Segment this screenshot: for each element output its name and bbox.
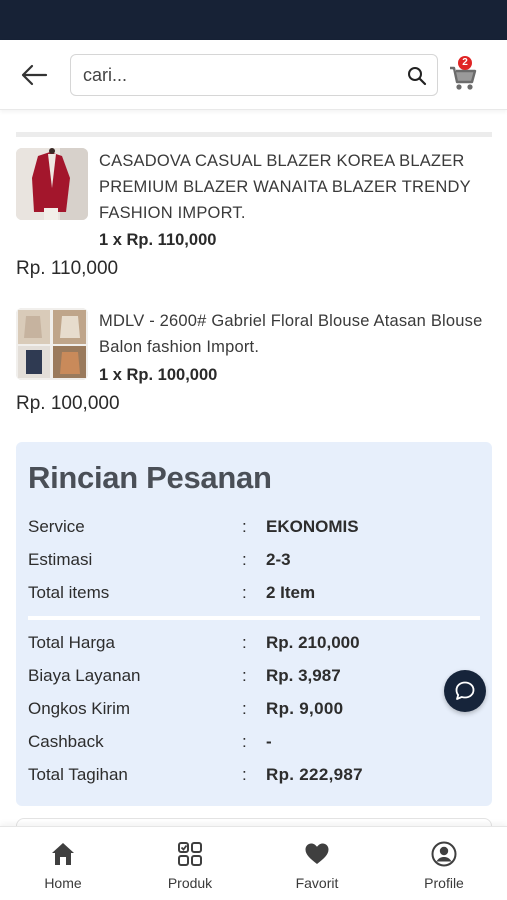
- summary-divider: [28, 616, 480, 620]
- nav-home[interactable]: Home: [0, 827, 126, 900]
- nav-favorit[interactable]: Favorit: [254, 827, 380, 900]
- row-label: Total items: [28, 583, 110, 602]
- summary-row-ongkos-kirim: Ongkos Kirim : Rp. 9,000: [28, 699, 488, 723]
- search-icon[interactable]: [407, 66, 427, 86]
- top-bar: 2: [0, 40, 507, 110]
- chat-button[interactable]: [444, 670, 486, 712]
- summary-row-service: Service : EKONOMIS: [28, 517, 488, 541]
- row-value: Rp. 9,000: [266, 699, 344, 718]
- nav-favorit-label: Favorit: [295, 875, 339, 891]
- product-subtotal: Rp. 110,000: [16, 258, 119, 279]
- summary-row-total-tagihan: Total Tagihan : Rp. 222,987: [28, 765, 488, 789]
- cart-badge: 2: [458, 56, 472, 70]
- product-thumbnail[interactable]: [16, 148, 88, 220]
- nav-produk-label: Produk: [167, 875, 213, 891]
- row-label: Estimasi: [28, 550, 93, 569]
- bottom-nav: Home Produk Favorit Profile: [0, 826, 507, 900]
- chat-bubble-icon: [455, 681, 475, 700]
- row-value: -: [266, 732, 272, 751]
- summary-row-estimasi: Estimasi : 2-3: [28, 550, 488, 574]
- search-box: [70, 54, 438, 96]
- summary-row-total-items: Total items : 2 Item: [28, 583, 488, 607]
- row-value: EKONOMIS: [266, 517, 359, 536]
- summary-title: Rincian Pesanan: [28, 460, 272, 495]
- product-name[interactable]: CASADOVA CASUAL BLAZER KOREA BLAZER PREM…: [99, 148, 489, 226]
- product-name[interactable]: MDLV - 2600# Gabriel Floral Blouse Atasa…: [99, 308, 489, 360]
- row-label: Service: [28, 517, 85, 536]
- heart-icon: [305, 843, 329, 864]
- order-summary-card: Rincian Pesanan Service : EKONOMIS Estim…: [16, 442, 492, 806]
- nav-profile[interactable]: Profile: [381, 827, 507, 900]
- row-label: Ongkos Kirim: [28, 699, 131, 718]
- grid-icon: [178, 842, 202, 866]
- row-colon: :: [242, 732, 247, 751]
- cart-button[interactable]: 2: [448, 56, 478, 92]
- row-label: Total Harga: [28, 633, 115, 652]
- product-qty-price: 1 x Rp. 110,000: [99, 231, 217, 249]
- row-colon: :: [242, 666, 247, 685]
- order-item: MDLV - 2600# Gabriel Floral Blouse Atasa…: [16, 308, 492, 418]
- search-input[interactable]: [83, 55, 393, 95]
- row-label: Total Tagihan: [28, 765, 128, 784]
- back-button[interactable]: [20, 62, 48, 88]
- row-label: Biaya Layanan: [28, 666, 141, 685]
- row-colon: :: [242, 517, 247, 536]
- summary-row-cashback: Cashback : -: [28, 732, 488, 756]
- summary-row-total-harga: Total Harga : Rp. 210,000: [28, 633, 488, 657]
- row-colon: :: [242, 765, 247, 784]
- row-value: Rp. 222,987: [266, 765, 363, 784]
- user-circle-icon: [431, 841, 457, 867]
- product-qty-price: 1 x Rp. 100,000: [99, 366, 218, 384]
- summary-row-biaya-layanan: Biaya Layanan : Rp. 3,987: [28, 666, 488, 690]
- row-value: 2-3: [266, 550, 291, 569]
- row-value: Rp. 3,987: [266, 666, 341, 685]
- row-colon: :: [242, 633, 247, 652]
- nav-home-label: Home: [44, 875, 82, 891]
- arrow-left-icon: [21, 64, 48, 86]
- order-item: CASADOVA CASUAL BLAZER KOREA BLAZER PREM…: [16, 148, 492, 279]
- row-value: Rp. 210,000: [266, 633, 360, 652]
- row-label: Cashback: [28, 732, 104, 751]
- row-colon: :: [242, 550, 247, 569]
- row-colon: :: [242, 699, 247, 718]
- status-bar: [0, 0, 507, 40]
- nav-profile-label: Profile: [424, 875, 464, 891]
- row-value: 2 Item: [266, 583, 316, 602]
- home-icon: [52, 843, 74, 865]
- section-divider: [16, 132, 492, 137]
- nav-produk[interactable]: Produk: [127, 827, 253, 900]
- product-thumbnail[interactable]: [16, 308, 88, 380]
- row-colon: :: [242, 583, 247, 602]
- product-subtotal: Rp. 100,000: [16, 393, 120, 414]
